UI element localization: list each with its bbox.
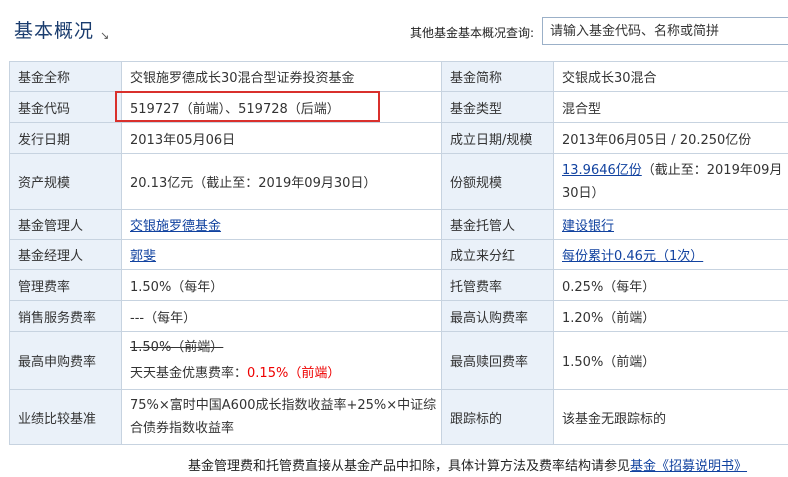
- benchmark-line-2: 合债券指数收益率: [130, 421, 235, 436]
- dividend-link[interactable]: 每份累计0.46元（1次）: [562, 249, 703, 264]
- title-arrow-icon: ↘: [100, 29, 111, 42]
- label-issue-date: 发行日期: [9, 122, 122, 154]
- table-row: 发行日期 2013年05月06日 成立日期/规模 2013年06月05日 / 2…: [9, 122, 788, 154]
- value-found-date: 2013年06月05日 / 20.250亿份: [553, 122, 788, 154]
- original-purchase-fee: 1.50%（前端）: [130, 339, 224, 355]
- fund-code-highlight: [115, 91, 380, 122]
- value-custody-fee: 0.25%（每年）: [553, 269, 788, 301]
- label-custody-fee: 托管费率: [441, 269, 554, 301]
- label-full-name: 基金全称: [9, 61, 122, 92]
- manager-company-link[interactable]: 交银施罗德基金: [130, 219, 221, 234]
- label-custodian: 基金托管人: [441, 209, 554, 240]
- label-found-date: 成立日期/规模: [441, 122, 554, 154]
- footer-note: 基金管理费和托管费直接从基金产品中扣除，具体计算方法及费率结构请参见基金《招募说…: [188, 455, 747, 474]
- label-max-subscription: 最高认购费率: [441, 300, 554, 332]
- table-row: 基金全称 交银施罗德成长30混合型证券投资基金 基金简称 交银成长30混合: [9, 61, 788, 92]
- label-share-size: 份额规模: [441, 153, 554, 210]
- table-row: 业绩比较基准 75%×富时中国A600成长指数收益率+25%×中证综 合债券指数收…: [9, 389, 788, 445]
- value-benchmark: 75%×富时中国A600成长指数收益率+25%×中证综 合债券指数收益率: [121, 389, 442, 445]
- footer-text: 基金管理费和托管费直接从基金产品中扣除，具体计算方法及费率结构请参见: [188, 459, 631, 474]
- table-row: 销售服务费率 ---（每年） 最高认购费率 1.20%（前端）: [9, 300, 788, 332]
- label-dividend: 成立来分红: [441, 239, 554, 270]
- value-dividend: 每份累计0.46元（1次）: [553, 239, 788, 270]
- value-sales-fee: ---（每年）: [121, 300, 442, 332]
- value-max-purchase: 1.50%（前端） 天天基金优惠费率：0.15%（前端）: [121, 331, 442, 390]
- label-fund-type: 基金类型: [441, 91, 554, 123]
- value-asset-size: 20.13亿元（截止至：2019年09月30日）: [121, 153, 442, 210]
- fund-search-input[interactable]: [542, 17, 788, 45]
- discount-label: 天天基金优惠费率：: [130, 365, 248, 381]
- value-fund-type: 混合型: [553, 91, 788, 123]
- label-manager-company: 基金管理人: [9, 209, 122, 240]
- label-fund-manager: 基金经理人: [9, 239, 122, 270]
- label-max-redemption: 最高赎回费率: [441, 331, 554, 390]
- discount-fee: 0.15%（前端）: [247, 365, 341, 381]
- value-short-name: 交银成长30混合: [553, 61, 788, 92]
- prospectus-link[interactable]: 基金《招募说明书》: [630, 459, 747, 474]
- page-title-text: 基本概况: [14, 20, 95, 42]
- value-issue-date: 2013年05月06日: [121, 122, 442, 154]
- search-label: 其他基金基本概况查询:: [410, 26, 535, 40]
- table-row: 管理费率 1.50%（每年） 托管费率 0.25%（每年）: [9, 269, 788, 301]
- table-row: 最高申购费率 1.50%（前端） 天天基金优惠费率：0.15%（前端） 最高赎回费…: [9, 331, 788, 390]
- value-manager-company: 交银施罗德基金: [121, 209, 442, 240]
- value-mgmt-fee: 1.50%（每年）: [121, 269, 442, 301]
- share-size-date-end: 30日）: [562, 185, 605, 201]
- label-benchmark: 业绩比较基准: [9, 389, 122, 445]
- custodian-link[interactable]: 建设银行: [562, 219, 614, 234]
- label-max-purchase: 最高申购费率: [9, 331, 122, 390]
- value-fund-manager: 郭斐: [121, 239, 442, 270]
- value-custodian: 建设银行: [553, 209, 788, 240]
- table-row: 基金管理人 交银施罗德基金 基金托管人 建设银行: [9, 209, 788, 240]
- value-tracking: 该基金无跟踪标的: [553, 389, 788, 445]
- header: 基本概况 ↘ 其他基金基本概况查询:: [0, 0, 788, 56]
- share-size-link[interactable]: 13.9646亿份: [562, 163, 642, 178]
- table-row: 基金经理人 郭斐 成立来分红 每份累计0.46元（1次）: [9, 239, 788, 270]
- value-share-size: 13.9646亿份（截止至：2019年09月 30日）: [553, 153, 788, 210]
- value-full-name: 交银施罗德成长30混合型证券投资基金: [121, 61, 442, 92]
- label-sales-fee: 销售服务费率: [9, 300, 122, 332]
- value-max-redemption: 1.50%（前端）: [553, 331, 788, 390]
- label-tracking: 跟踪标的: [441, 389, 554, 445]
- label-fund-code: 基金代码: [9, 91, 122, 123]
- share-size-date: （截止至：2019年09月: [641, 162, 783, 178]
- label-short-name: 基金简称: [441, 61, 554, 92]
- fund-manager-link[interactable]: 郭斐: [130, 249, 156, 264]
- label-mgmt-fee: 管理费率: [9, 269, 122, 301]
- page-title: 基本概况 ↘: [14, 16, 110, 43]
- benchmark-line-1: 75%×富时中国A600成长指数收益率+25%×中证综: [130, 398, 437, 413]
- label-asset-size: 资产规模: [9, 153, 122, 210]
- value-max-subscription: 1.20%（前端）: [553, 300, 788, 332]
- table-row: 资产规模 20.13亿元（截止至：2019年09月30日） 份额规模 13.96…: [9, 153, 788, 210]
